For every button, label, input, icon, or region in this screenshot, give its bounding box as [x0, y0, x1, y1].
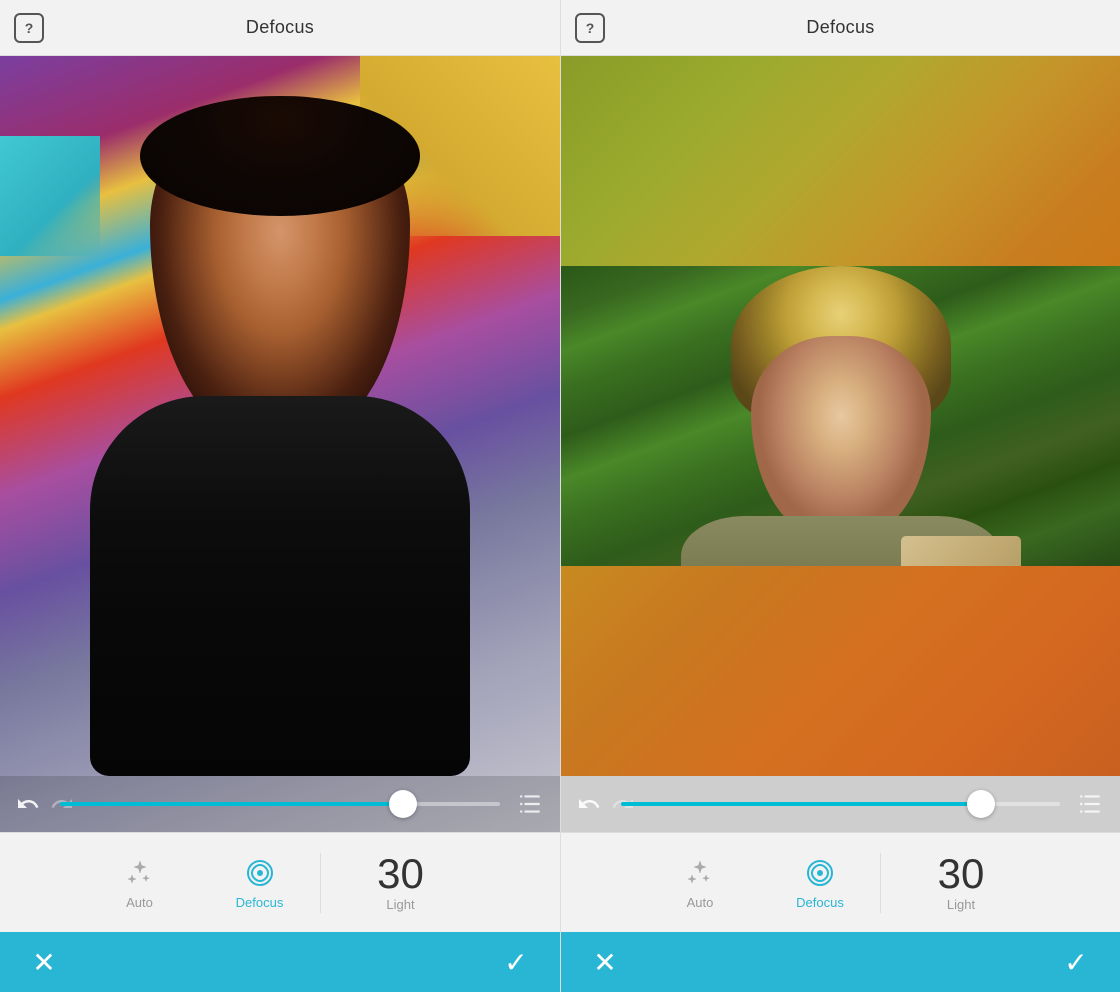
right-light-label: Light	[947, 897, 975, 912]
right-light-tool[interactable]: 30 Light	[881, 845, 1041, 920]
right-defocus-label: Defocus	[796, 895, 844, 910]
left-light-label: Light	[386, 897, 414, 912]
right-header: ? Defocus	[561, 0, 1120, 56]
right-layers-button[interactable]	[1078, 791, 1104, 817]
right-panel: ? Defocus	[560, 0, 1120, 992]
left-slider-thumb[interactable]	[389, 790, 417, 818]
left-slider-area	[0, 776, 560, 832]
right-slider-fill	[621, 802, 981, 806]
left-help-button[interactable]: ?	[14, 13, 44, 43]
right-help-button[interactable]: ?	[575, 13, 605, 43]
left-auto-tool[interactable]: Auto	[80, 847, 200, 918]
left-auto-icon	[122, 855, 158, 891]
right-title: Defocus	[806, 17, 874, 38]
left-cancel-button[interactable]: ✕	[24, 942, 64, 982]
left-title: Defocus	[246, 17, 314, 38]
left-auto-label: Auto	[126, 895, 153, 910]
right-auto-icon	[682, 855, 718, 891]
right-toolbar: Auto Defocus 30 Light	[561, 832, 1120, 932]
left-confirm-button[interactable]: ✓	[496, 942, 536, 982]
right-slider-track[interactable]	[621, 802, 1060, 806]
right-image-area	[561, 56, 1120, 832]
right-defocus-tool[interactable]: Defocus	[760, 847, 880, 918]
left-number: 30	[377, 853, 424, 895]
right-action-bar: ✕ ✓	[561, 932, 1120, 992]
right-undo-button[interactable]	[577, 792, 601, 816]
left-toolbar: Auto Defocus 30 Light	[0, 832, 560, 932]
right-confirm-button[interactable]: ✓	[1056, 942, 1096, 982]
right-defocus-icon	[802, 855, 838, 891]
right-auto-label: Auto	[687, 895, 714, 910]
left-image-area	[0, 56, 560, 832]
right-slider-area	[561, 776, 1120, 832]
left-action-bar: ✕ ✓	[0, 932, 560, 992]
left-layers-button[interactable]	[518, 791, 544, 817]
left-defocus-label: Defocus	[236, 895, 284, 910]
right-cancel-button[interactable]: ✕	[585, 942, 625, 982]
right-photo	[561, 56, 1120, 832]
left-header: ? Defocus	[0, 0, 560, 56]
left-undo-button[interactable]	[16, 792, 40, 816]
left-defocus-icon	[242, 855, 278, 891]
left-panel: ? Defocus	[0, 0, 560, 992]
left-photo	[0, 56, 560, 832]
right-number: 30	[938, 853, 985, 895]
right-slider-thumb[interactable]	[967, 790, 995, 818]
left-defocus-tool[interactable]: Defocus	[200, 847, 320, 918]
left-slider-fill	[60, 802, 403, 806]
left-light-tool[interactable]: 30 Light	[321, 845, 481, 920]
right-auto-tool[interactable]: Auto	[640, 847, 760, 918]
left-slider-track[interactable]	[60, 802, 500, 806]
